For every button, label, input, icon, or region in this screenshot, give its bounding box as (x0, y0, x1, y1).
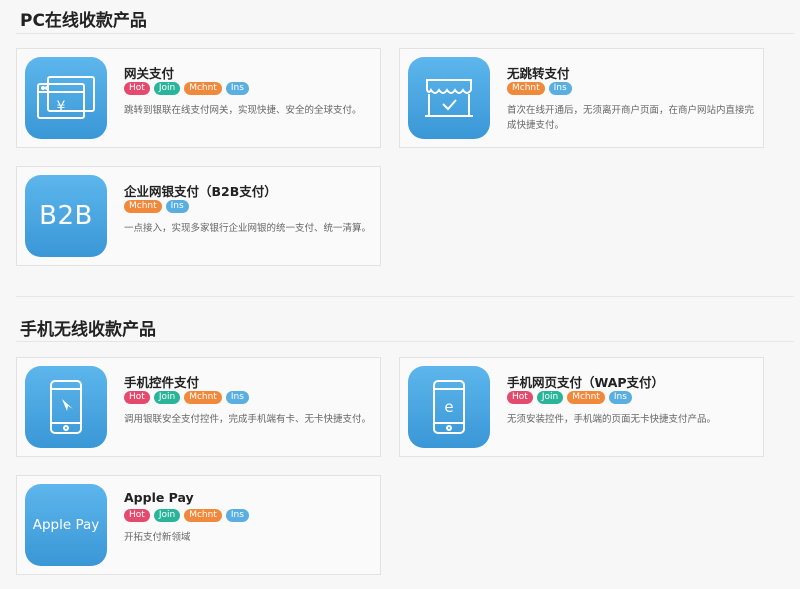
section-divider (16, 33, 794, 34)
mchnt-badge: Mchnt (184, 82, 222, 95)
phone-e-icon: e (408, 366, 490, 448)
b2b-icon-text: B2B (39, 201, 93, 231)
mchnt-badge: Mchnt (507, 82, 545, 95)
ins-badge: Ins (225, 391, 249, 404)
product-description: 一点接入，实现多家银行企业网银的统一支付、统一清算。 (124, 223, 372, 234)
section-title-mobile: 手机无线收款产品 (20, 320, 156, 340)
hot-badge: Hot (507, 391, 533, 404)
join-badge: Join (153, 509, 181, 522)
product-description: 无须安装控件，手机端的页面无卡快捷支付产品。 (507, 414, 717, 425)
product-name: Apple Pay (124, 490, 194, 505)
mchnt-badge: Mchnt (124, 200, 162, 213)
ins-badge: Ins (225, 509, 249, 522)
join-badge: Join (153, 82, 181, 95)
join-badge: Join (536, 391, 564, 404)
join-badge: Join (153, 391, 181, 404)
b2b-icon: B2B (25, 175, 107, 257)
product-name: 无跳转支付 (507, 66, 570, 81)
svg-text:¥: ¥ (57, 99, 66, 115)
product-description: 跳转到银联在线支付网关，实现快捷、安全的全球支付。 (124, 105, 362, 116)
mchnt-badge: Mchnt (184, 391, 222, 404)
hot-badge: Hot (124, 82, 150, 95)
product-name: 网关支付 (124, 66, 175, 81)
section-title-pc: PC在线收款产品 (20, 11, 147, 31)
product-name: 企业网银支付（B2B支付） (124, 184, 277, 199)
product-card-apple-pay[interactable]: Apple Pay Apple Pay Hot Join Mchnt Ins 开… (16, 475, 381, 575)
hot-badge: Hot (124, 391, 150, 404)
phone-cursor-icon (25, 366, 107, 448)
product-card-wap[interactable]: e 手机网页支付（WAP支付） Hot Join Mchnt Ins 无须安装控… (399, 357, 764, 457)
product-description: 开拓支付新领域 (124, 532, 191, 543)
product-name: 手机网页支付（WAP支付） (507, 375, 665, 390)
apple-pay-icon: Apple Pay (25, 484, 107, 566)
storefront-icon (408, 57, 490, 139)
browser-yen-icon: ¥ (25, 57, 107, 139)
product-description: 首次在线开通后，无须离开商户页面，在商户网站内直接完成快捷支付。 (507, 105, 755, 131)
ins-badge: Ins (165, 200, 189, 213)
section-divider (16, 296, 794, 297)
mchnt-badge: Mchnt (184, 509, 222, 522)
ins-badge: Ins (548, 82, 572, 95)
product-card-b2b[interactable]: B2B 企业网银支付（B2B支付） Mchnt Ins 一点接入，实现多家银行企… (16, 166, 381, 266)
product-description: 调用银联安全支付控件，完成手机端有卡、无卡快捷支付。 (124, 414, 372, 425)
ins-badge: Ins (225, 82, 249, 95)
hot-badge: Hot (124, 509, 150, 522)
section-divider (16, 341, 794, 342)
product-card-gateway[interactable]: ¥ 网关支付 Hot Join Mchnt Ins 跳转到银联在线支付网关，实现… (16, 48, 381, 148)
apple-pay-icon-text: Apple Pay (32, 517, 100, 533)
product-card-mobile-sdk[interactable]: 手机控件支付 Hot Join Mchnt Ins 调用银联安全支付控件，完成手… (16, 357, 381, 457)
svg-text:e: e (444, 398, 453, 416)
ins-badge: Ins (608, 391, 632, 404)
mchnt-badge: Mchnt (567, 391, 605, 404)
product-card-no-redirect[interactable]: 无跳转支付 Mchnt Ins 首次在线开通后，无须离开商户页面，在商户网站内直… (399, 48, 764, 148)
product-name: 手机控件支付 (124, 375, 200, 390)
